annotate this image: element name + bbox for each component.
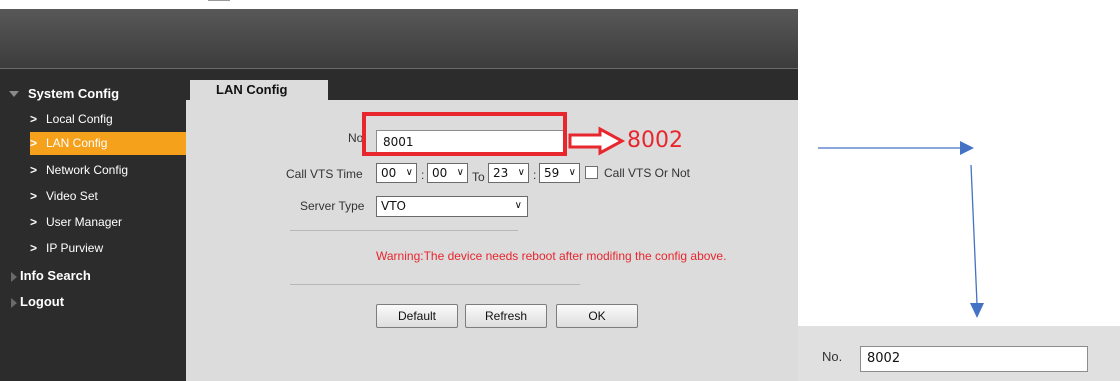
- highlight-box: [362, 112, 567, 156]
- chevron-down-icon: ∨: [568, 167, 576, 178]
- red-arrow-shape: [568, 126, 626, 156]
- sidebar-item-label: User Manager: [46, 215, 123, 229]
- start-hour-select[interactable]: 00 ∨: [376, 163, 417, 183]
- sidebar-item-video-set[interactable]: > Video Set: [30, 185, 186, 208]
- sidebar-item-user-manager[interactable]: > User Manager: [30, 211, 186, 234]
- chevron-down-icon: ∨: [517, 167, 525, 178]
- top-strip-mark: [208, 0, 230, 1]
- sidebar-item-label: Video Set: [46, 189, 98, 203]
- warning-text: Warning:The device needs reboot after mo…: [376, 249, 727, 263]
- inset-no-input[interactable]: 8002: [860, 346, 1088, 372]
- chevron-down-icon: ∨: [456, 167, 464, 178]
- chevron-right-icon: >: [30, 112, 38, 126]
- start-hour-value: 00: [381, 166, 397, 180]
- refresh-button[interactable]: Refresh: [465, 304, 547, 328]
- sidebar-section-info-search[interactable]: Info Search: [20, 268, 91, 283]
- sidebar-item-network-config[interactable]: > Network Config: [30, 159, 186, 182]
- red-arrow-icon: [568, 126, 626, 156]
- start-minute-select[interactable]: 00 ∨: [427, 163, 468, 183]
- chevron-right-icon: >: [30, 215, 38, 229]
- sidebar-item-ip-purview[interactable]: > IP Purview: [30, 237, 186, 260]
- chevron-right-icon: >: [30, 163, 38, 177]
- annotation-new-value: 8002: [627, 128, 683, 153]
- chevron-right-icon: >: [30, 189, 38, 203]
- blue-arrow-line: [970, 164, 978, 305]
- inset-no-label: No.: [822, 349, 843, 364]
- sidebar-item-label: LAN Config: [46, 136, 108, 150]
- zoomed-inset: No. 8002: [798, 326, 1120, 381]
- sidebar-item-lan-config[interactable]: > LAN Config: [30, 132, 186, 155]
- sidebar-item-local-config[interactable]: > Local Config: [30, 108, 186, 131]
- divider: [290, 230, 518, 231]
- top-strip: [0, 0, 798, 9]
- sidebar: System Config > Local Config > LAN Config …: [0, 69, 186, 381]
- expand-triangle-icon: [11, 272, 17, 282]
- end-hour-value: 23: [493, 166, 509, 180]
- ok-button[interactable]: OK: [556, 304, 638, 328]
- end-minute-value: 59: [544, 166, 560, 180]
- time-colon: :: [421, 168, 425, 182]
- end-minute-select[interactable]: 59 ∨: [539, 163, 580, 183]
- chevron-right-icon: >: [30, 136, 38, 150]
- app-window: System Config > Local Config > LAN Config …: [0, 0, 798, 381]
- sidebar-section-system-config[interactable]: System Config: [28, 86, 119, 101]
- call-vts-time-label: Call VTS Time: [286, 167, 363, 181]
- sidebar-item-label: Network Config: [46, 163, 129, 177]
- collapse-triangle-icon: [9, 91, 19, 97]
- header-bar: [0, 9, 798, 68]
- divider: [290, 284, 580, 285]
- server-type-label: Server Type: [300, 199, 365, 213]
- call-vts-or-not-checkbox[interactable]: [585, 166, 598, 179]
- time-colon: :: [533, 168, 537, 182]
- blue-flow-arrows: [818, 141, 984, 318]
- server-type-select[interactable]: VTO ∨: [376, 196, 528, 217]
- chevron-down-icon: ∨: [405, 167, 413, 178]
- sidebar-item-label: IP Purview: [46, 241, 104, 255]
- arrow-head-right-icon: [960, 141, 974, 155]
- sidebar-section-logout[interactable]: Logout: [20, 294, 64, 309]
- arrow-head-down-icon: [970, 303, 984, 318]
- chevron-right-icon: >: [30, 241, 38, 255]
- chevron-down-icon: ∨: [514, 200, 522, 211]
- sidebar-item-label: Local Config: [46, 112, 113, 126]
- expand-triangle-icon: [11, 298, 17, 308]
- start-minute-value: 00: [432, 166, 448, 180]
- server-type-value: VTO: [381, 199, 406, 213]
- tab-bar: LAN Config: [186, 69, 798, 100]
- end-hour-select[interactable]: 23 ∨: [488, 163, 529, 183]
- default-button[interactable]: Default: [376, 304, 458, 328]
- call-vts-or-not-label: Call VTS Or Not: [604, 166, 691, 180]
- tab-lan-config[interactable]: LAN Config: [190, 80, 328, 100]
- to-label: To: [472, 170, 485, 184]
